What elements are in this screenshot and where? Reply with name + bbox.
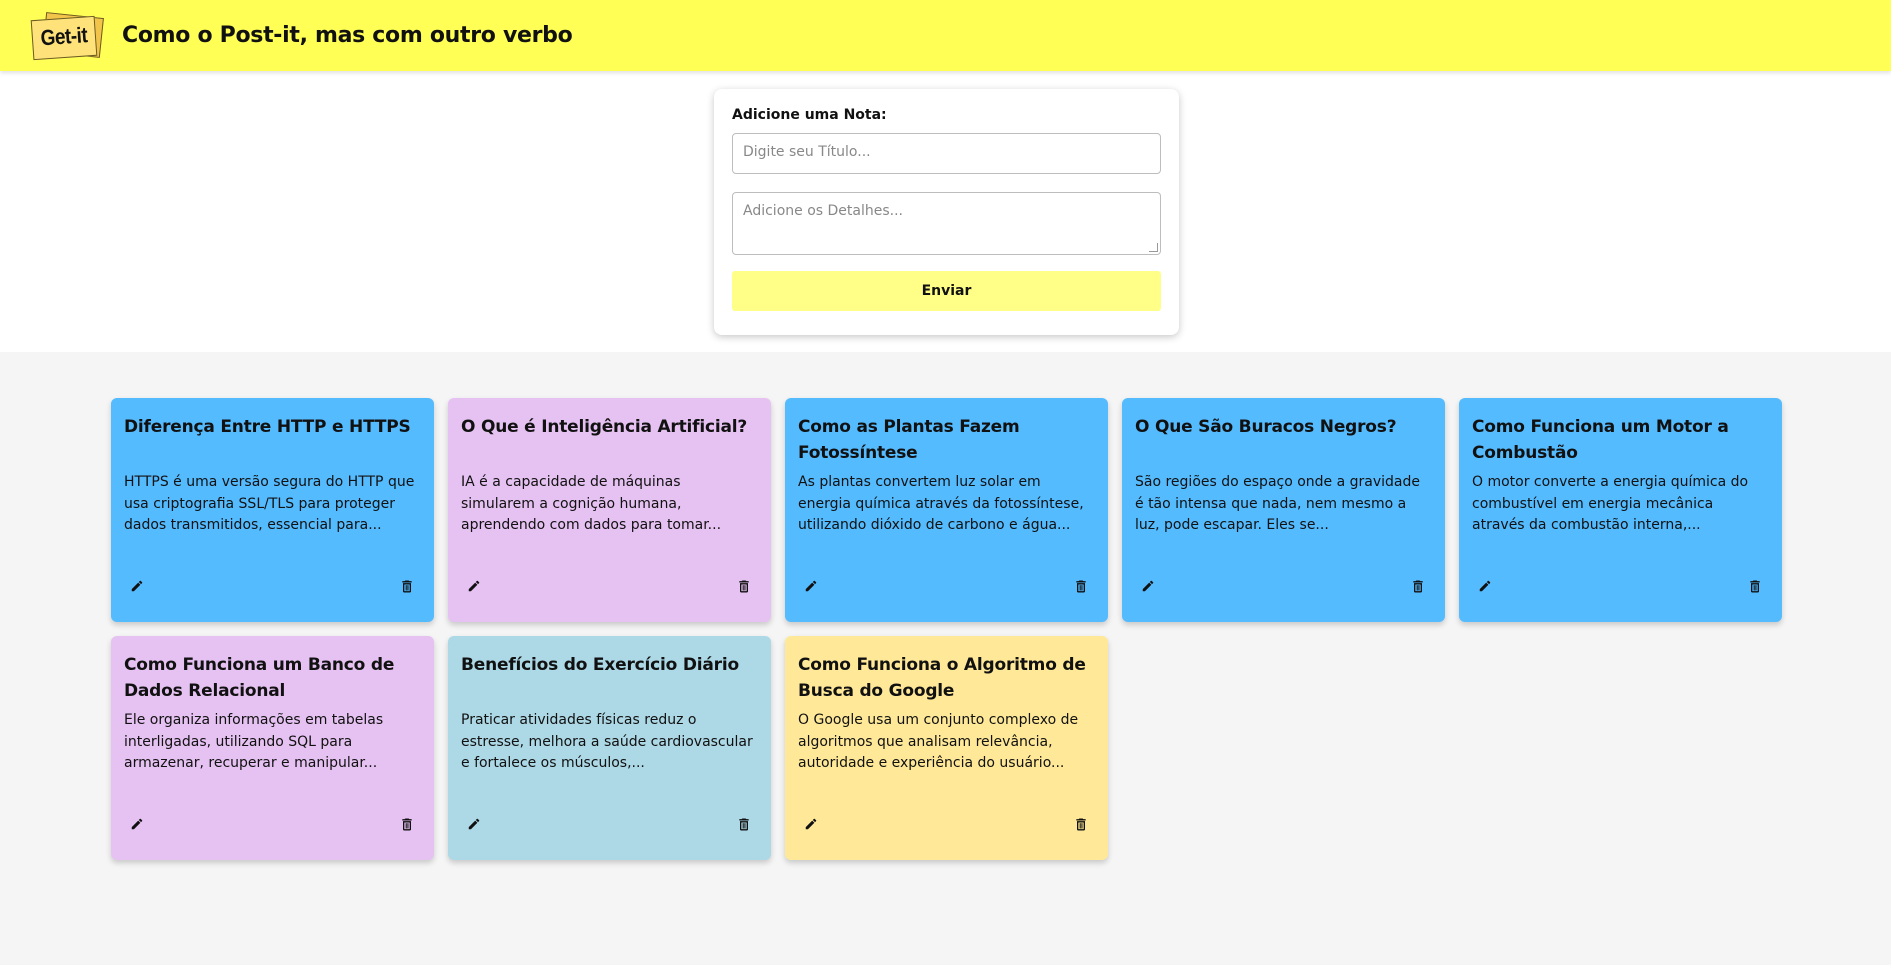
title-input[interactable]: Digite seu Título...: [732, 133, 1161, 174]
note-title: Como Funciona o Algoritmo de Busca do Go…: [798, 655, 1086, 701]
trash-icon[interactable]: [1746, 577, 1764, 595]
resize-handle[interactable]: [1149, 243, 1158, 252]
note-actions: [128, 576, 416, 596]
note-actions: [802, 576, 1090, 596]
pencil-icon[interactable]: [128, 815, 146, 833]
logo-text: Get-it: [39, 23, 89, 51]
pencil-icon[interactable]: [128, 577, 146, 595]
send-button[interactable]: Enviar: [732, 271, 1161, 311]
note-actions: [465, 576, 753, 596]
note-actions: [1476, 576, 1764, 596]
details-textarea[interactable]: Adicione os Detalhes...: [732, 192, 1161, 255]
note-card[interactable]: O Que São Buracos Negros? São regiões do …: [1122, 398, 1445, 622]
note-title: Diferença Entre HTTP e HTTPS: [124, 417, 411, 437]
pencil-icon[interactable]: [1139, 577, 1157, 595]
pencil-icon[interactable]: [802, 815, 820, 833]
note-title: Benefícios do Exercício Diário: [461, 655, 739, 675]
trash-icon[interactable]: [1409, 577, 1427, 595]
note-title: Como Funciona um Motor a Combustão: [1472, 417, 1729, 463]
app-logo: Get-it: [30, 11, 106, 60]
note-body: Praticar atividades físicas reduz o estr…: [461, 712, 753, 771]
add-note-form: Adicione uma Nota: Digite seu Título... …: [714, 89, 1179, 335]
trash-icon[interactable]: [1072, 815, 1090, 833]
note-actions: [1139, 576, 1427, 596]
note-card[interactable]: O Que é Inteligência Artificial? IA é a c…: [448, 398, 771, 622]
note-body: As plantas convertem luz solar em energi…: [798, 474, 1084, 533]
note-actions: [128, 814, 416, 834]
note-body: Ele organiza informações em tabelas inte…: [124, 712, 384, 771]
note-card[interactable]: Como Funciona um Banco de Dados Relacion…: [111, 636, 434, 860]
note-body: São regiões do espaço onde a gravidade é…: [1135, 474, 1421, 533]
trash-icon[interactable]: [735, 815, 753, 833]
note-actions: [465, 814, 753, 834]
trash-icon[interactable]: [398, 815, 416, 833]
pencil-icon[interactable]: [465, 815, 483, 833]
note-title: O Que é Inteligência Artificial?: [461, 417, 748, 437]
notes-grid: Diferença Entre HTTP e HTTPS HTTPS é uma …: [111, 398, 1782, 860]
note-card[interactable]: Como Funciona um Motor a Combustão O moto…: [1459, 398, 1782, 622]
note-body: O Google usa um conjunto complexo de alg…: [798, 712, 1079, 771]
note-body: O motor converte a energia química do co…: [1472, 474, 1749, 533]
form-area: Adicione uma Nota: Digite seu Título... …: [0, 71, 1891, 352]
note-card[interactable]: Como Funciona o Algoritmo de Busca do Go…: [785, 636, 1108, 860]
note-actions: [802, 814, 1090, 834]
note-body: IA é a capacidade de máquinas simularem …: [461, 474, 722, 533]
pencil-icon[interactable]: [802, 577, 820, 595]
form-label: Adicione uma Nota:: [732, 107, 887, 123]
note-title: O Que São Buracos Negros?: [1135, 417, 1397, 437]
trash-icon[interactable]: [1072, 577, 1090, 595]
note-card[interactable]: Diferença Entre HTTP e HTTPS HTTPS é uma …: [111, 398, 434, 622]
pencil-icon[interactable]: [465, 577, 483, 595]
note-title: Como Funciona um Banco de Dados Relacion…: [124, 655, 395, 701]
note-body: HTTPS é uma versão segura do HTTP que us…: [124, 474, 415, 533]
note-card[interactable]: Como as Plantas Fazem Fotossíntese As pla…: [785, 398, 1108, 622]
trash-icon[interactable]: [735, 577, 753, 595]
title-input-placeholder: Digite seu Título...: [743, 144, 871, 160]
trash-icon[interactable]: [398, 577, 416, 595]
app-title: Como o Post-it, mas com outro verbo: [122, 23, 573, 48]
note-card[interactable]: Benefícios do Exercício Diário Praticar a…: [448, 636, 771, 860]
note-title: Como as Plantas Fazem Fotossíntese: [798, 417, 1020, 463]
pencil-icon[interactable]: [1476, 577, 1494, 595]
app-header: Get-it Como o Post-it, mas com outro ver…: [0, 0, 1891, 71]
details-textarea-placeholder: Adicione os Detalhes...: [743, 203, 903, 219]
